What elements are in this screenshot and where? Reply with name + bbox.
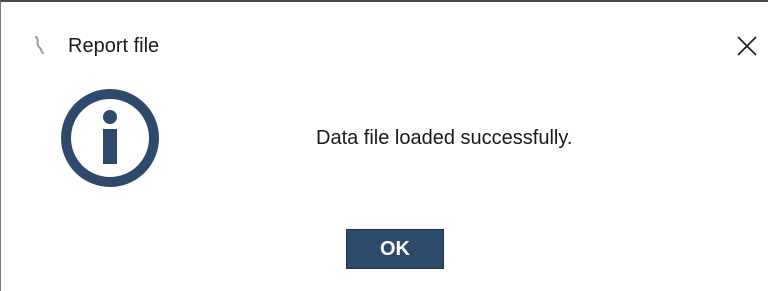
dialog-titlebar: Report file [1,2,768,62]
dialog-title: Report file [68,35,160,57]
ok-button[interactable]: OK [346,229,444,269]
close-button[interactable] [727,28,767,64]
app-logo-icon [31,36,47,54]
info-icon [60,88,160,188]
report-file-dialog: Report file Data file loaded successfull… [0,0,768,291]
close-icon [737,36,757,56]
dialog-message: Data file loaded successfully. [316,127,573,149]
